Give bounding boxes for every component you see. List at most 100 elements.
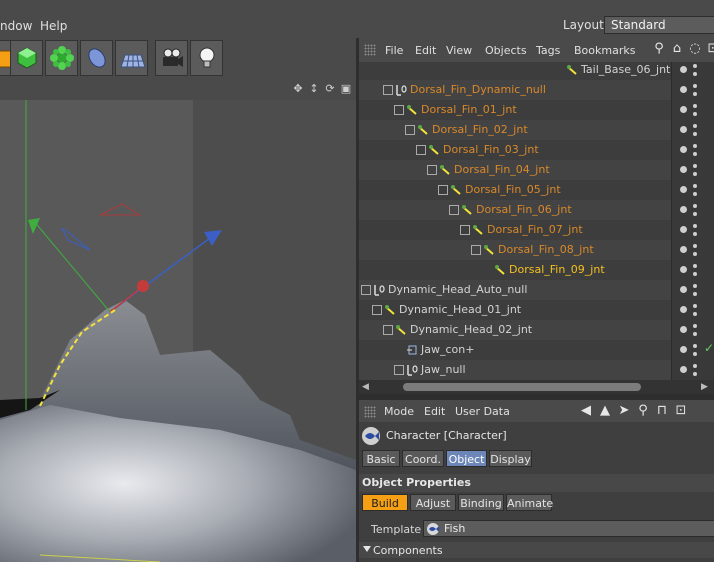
menu-window[interactable]: ndow — [0, 19, 32, 33]
tree-toggle-icon[interactable] — [383, 325, 393, 335]
tree-toggle-icon[interactable] — [416, 145, 426, 155]
components-group[interactable]: Components — [359, 542, 714, 558]
scroll-thumb[interactable] — [403, 383, 641, 391]
scroll-left-icon[interactable]: ◀ — [362, 382, 369, 392]
object-name[interactable]: Dorsal_Fin_01_jnt — [421, 103, 517, 116]
object-name[interactable]: Jaw_null — [421, 363, 466, 376]
back-arrow-icon[interactable]: ◀ — [579, 403, 593, 419]
scroll-right-icon[interactable]: ▶ — [701, 382, 708, 392]
tab-coord[interactable]: Coord. — [402, 450, 444, 467]
tree-toggle-icon[interactable] — [449, 205, 459, 215]
eye-icon[interactable]: ◌ — [688, 42, 702, 56]
subtab-build[interactable]: Build — [362, 494, 408, 511]
lock-icon[interactable]: ⊓ — [655, 403, 669, 419]
object-name[interactable]: Dynamic_Head_Auto_null — [388, 283, 527, 296]
visibility-dots[interactable] — [680, 280, 710, 300]
3d-viewport[interactable] — [0, 100, 356, 562]
collapse-triangle-icon[interactable] — [363, 546, 371, 552]
object-name[interactable]: Dynamic_Head_01_jnt — [399, 303, 521, 316]
object-name[interactable]: Dorsal_Fin_07_jnt — [487, 223, 583, 236]
object-row[interactable]: Dorsal_Fin_01_jnt — [359, 100, 671, 120]
visibility-dots[interactable] — [680, 62, 710, 80]
tree-toggle-icon[interactable] — [471, 245, 481, 255]
tree-toggle-icon[interactable] — [361, 285, 371, 295]
visibility-dots[interactable] — [680, 180, 710, 200]
tree-toggle-icon[interactable] — [372, 305, 382, 315]
subtab-binding[interactable]: Binding — [458, 494, 504, 511]
object-name[interactable]: Dorsal_Fin_08_jnt — [498, 243, 594, 256]
om-menu-bookmarks[interactable]: Bookmarks — [574, 44, 635, 57]
tree-toggle-icon[interactable] — [438, 185, 448, 195]
toggle-layout-icon[interactable]: ▣ — [340, 83, 352, 95]
object-name[interactable]: Dynamic_Head_02_jnt — [410, 323, 532, 336]
object-name[interactable]: Dorsal_Fin_05_jnt — [465, 183, 561, 196]
object-row[interactable]: Dorsal_Fin_09_jnt — [359, 260, 671, 280]
tree-toggle-icon[interactable] — [394, 105, 404, 115]
up-arrow-icon[interactable]: ▲ — [598, 403, 612, 419]
am-menu-edit[interactable]: Edit — [424, 405, 445, 418]
camera-tool-button[interactable] — [155, 40, 188, 76]
object-name[interactable]: Dorsal_Fin_06_jnt — [476, 203, 572, 216]
object-row[interactable]: Dynamic_Head_Auto_null — [359, 280, 671, 300]
array-tool-button[interactable] — [45, 40, 78, 76]
visibility-dots[interactable] — [680, 260, 710, 280]
om-menu-objects[interactable]: Objects — [485, 44, 527, 57]
layout-select[interactable]: Standard — [604, 16, 714, 34]
object-name[interactable]: Jaw_con+ — [421, 343, 474, 356]
rotate-view-icon[interactable]: ⟳ — [324, 83, 336, 95]
visibility-dots[interactable] — [680, 220, 710, 240]
visibility-dots[interactable] — [680, 100, 710, 120]
object-row[interactable]: Dorsal_Fin_06_jnt — [359, 200, 671, 220]
object-row[interactable]: Dynamic_Head_01_jnt — [359, 300, 671, 320]
new-window-icon[interactable]: ⊡ — [674, 403, 688, 419]
tree-toggle-icon[interactable] — [427, 165, 437, 175]
subtab-adjust[interactable]: Adjust — [410, 494, 456, 511]
visibility-dots[interactable] — [680, 240, 710, 260]
search-icon[interactable]: ⚲ — [652, 42, 666, 56]
object-name[interactable]: Dorsal_Fin_Dynamic_null — [410, 83, 546, 96]
object-name[interactable]: Dorsal_Fin_03_jnt — [443, 143, 539, 156]
om-menu-file[interactable]: File — [385, 44, 403, 57]
floor-tool-button[interactable] — [115, 40, 148, 76]
object-row[interactable]: Dorsal_Fin_05_jnt — [359, 180, 671, 200]
om-menu-tags[interactable]: Tags — [536, 44, 560, 57]
search-icon[interactable]: ⚲ — [636, 403, 650, 419]
panel-grip-icon[interactable] — [364, 406, 376, 418]
object-row[interactable]: Dorsal_Fin_03_jnt — [359, 140, 671, 160]
visibility-dots[interactable] — [680, 80, 710, 100]
tree-toggle-icon[interactable] — [383, 85, 393, 95]
tree-toggle-icon[interactable] — [405, 125, 415, 135]
subtab-animate[interactable]: Animate — [506, 494, 553, 511]
home-icon[interactable]: ⌂ — [670, 42, 684, 56]
visibility-dots[interactable] — [680, 140, 710, 160]
om-menu-view[interactable]: View — [446, 44, 472, 57]
visibility-dots[interactable] — [680, 360, 710, 380]
visibility-dots[interactable] — [680, 200, 710, 220]
visibility-dots[interactable] — [680, 320, 710, 340]
om-menu-edit[interactable]: Edit — [415, 44, 436, 57]
pointer-icon[interactable]: ➤ — [617, 403, 631, 419]
panel-grip-icon[interactable] — [364, 44, 376, 56]
object-name[interactable]: Dorsal_Fin_04_jnt — [454, 163, 550, 176]
object-row[interactable]: Dorsal_Fin_08_jnt — [359, 240, 671, 260]
move-view-icon[interactable]: ✥ — [292, 83, 304, 95]
tab-display[interactable]: Display — [489, 450, 532, 467]
object-name[interactable]: Dorsal_Fin_02_jnt — [432, 123, 528, 136]
cube-primitive-button[interactable] — [10, 40, 43, 76]
object-row[interactable]: Dorsal_Fin_Dynamic_null — [359, 80, 671, 100]
visibility-dots[interactable]: ✓ — [680, 340, 714, 360]
object-row[interactable]: Jaw_con+ — [359, 340, 671, 360]
object-name[interactable]: Dorsal_Fin_09_jnt — [509, 263, 605, 276]
object-name[interactable]: Tail_Base_06_jnt — [581, 63, 670, 76]
tree-toggle-icon[interactable] — [460, 225, 470, 235]
menu-help[interactable]: Help — [40, 19, 67, 33]
dolly-view-icon[interactable]: ↕ — [308, 83, 320, 95]
tab-basic[interactable]: Basic — [362, 450, 400, 467]
check-mark-icon[interactable]: ✓ — [704, 341, 714, 355]
tab-object[interactable]: Object — [446, 450, 487, 467]
object-row[interactable]: Dorsal_Fin_02_jnt — [359, 120, 671, 140]
object-manager-hscrollbar[interactable]: ◀ ▶ — [359, 380, 714, 394]
object-row[interactable]: Dynamic_Head_02_jnt — [359, 320, 671, 340]
tree-toggle-icon[interactable] — [394, 365, 404, 375]
object-row[interactable]: Dorsal_Fin_07_jnt — [359, 220, 671, 240]
